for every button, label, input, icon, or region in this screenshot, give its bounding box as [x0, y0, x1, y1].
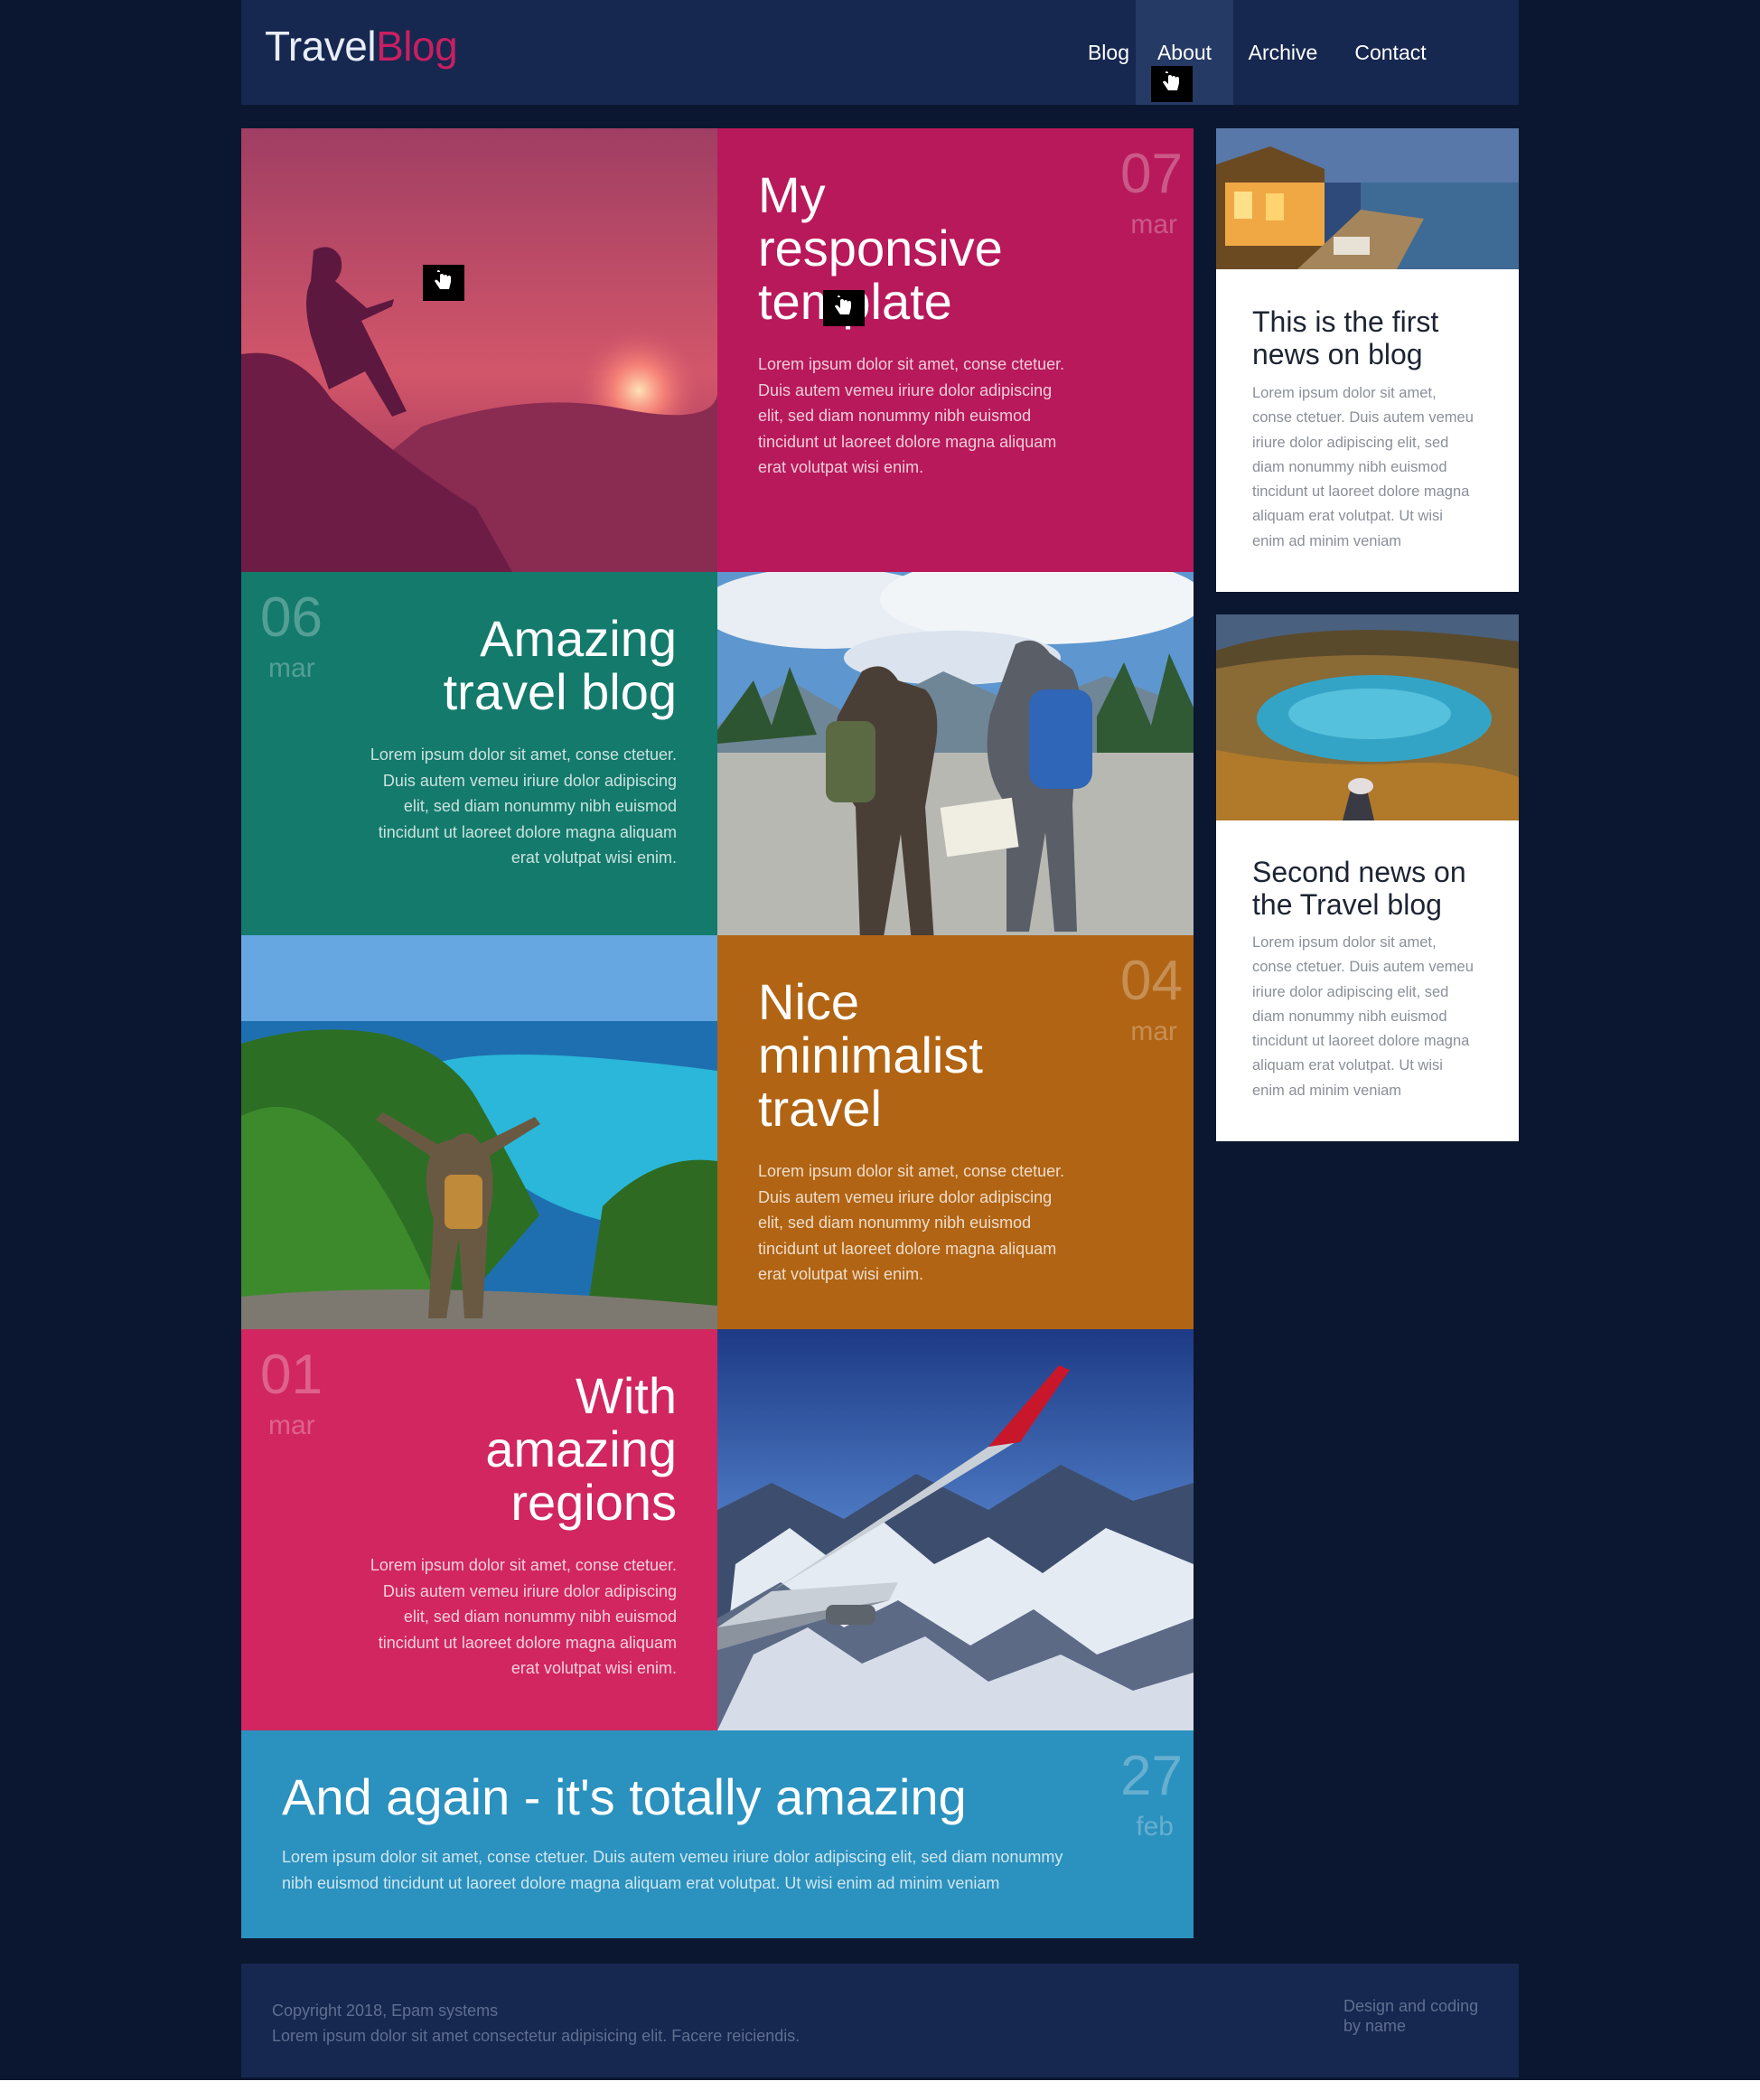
post-excerpt: Lorem ipsum dolor sit amet, conse ctetue… [758, 1162, 1065, 1283]
post-title[interactable]: Nice minimalist travel [758, 975, 983, 1135]
news-card-first[interactable]: This is the first news on blog Lorem ips… [1216, 128, 1519, 592]
post-excerpt: Lorem ipsum dolor sit amet, conse ctetue… [370, 1556, 677, 1677]
post-card-totally-amazing[interactable]: 27 feb And again - it's totally amazing … [241, 1730, 1194, 1938]
post-card-amazing-regions[interactable]: 01 mar With amazing regions Lorem ipsum … [241, 1329, 717, 1730]
post-month: feb [1136, 1812, 1174, 1842]
site-logo[interactable]: TravelBlog [265, 23, 458, 70]
post-title[interactable]: And again - it's totally amazing [282, 1770, 967, 1823]
post-title[interactable]: Amazing travel blog [444, 612, 677, 718]
footer-tagline: Lorem ipsum dolor sit amet consectetur a… [272, 2027, 800, 2045]
copyright-text: Copyright 2018, Epam systems [272, 2002, 499, 2020]
post-day: 07 [1120, 143, 1183, 205]
site-footer: Copyright 2018, Epam systems Lorem ipsum… [241, 1964, 1519, 2077]
airplane-wing-mountains-image[interactable] [717, 1329, 1194, 1730]
mountain-lake-image[interactable] [1216, 614, 1519, 820]
post-title[interactable]: With amazing regions [485, 1369, 677, 1529]
post-day: 06 [260, 586, 323, 649]
post-month: mar [1130, 210, 1177, 239]
logo-part-travel: Travel [265, 23, 377, 70]
news-excerpt: Lorem ipsum dolor sit amet, conse ctetue… [1252, 385, 1474, 549]
hand-pointer-cursor-icon [823, 290, 865, 326]
footer-left: Copyright 2018, Epam systems Lorem ipsum… [272, 1998, 800, 2048]
post-card-nice-minimalist-travel[interactable]: 04 mar Nice minimalist travel Lorem ipsu… [717, 935, 1194, 1329]
post-day: 27 [1120, 1745, 1183, 1807]
post-day: 01 [260, 1344, 323, 1406]
news-excerpt: Lorem ipsum dolor sit amet, conse ctetue… [1252, 934, 1474, 1099]
news-title[interactable]: This is the first news on blog [1252, 305, 1438, 370]
news-card-second[interactable]: Second news on the Travel blog Lorem ips… [1216, 614, 1519, 1141]
nav-contact[interactable]: Contact [1334, 0, 1446, 105]
resort-night-image[interactable] [1216, 128, 1519, 269]
post-month: mar [268, 653, 315, 683]
post-excerpt: Lorem ipsum dolor sit amet, conse ctetue… [370, 745, 677, 867]
nav-archive[interactable]: Archive [1233, 0, 1333, 105]
hand-pointer-cursor-icon [1151, 66, 1193, 102]
post-month: mar [268, 1411, 315, 1440]
hand-pointer-cursor-icon [423, 265, 464, 301]
site-header: TravelBlog Blog About Archive Contact [241, 0, 1519, 105]
post-card-amazing-travel-blog[interactable]: 06 mar Amazing travel blog Lorem ipsum d… [241, 572, 717, 935]
logo-part-blog: Blog [376, 23, 458, 70]
post-excerpt: Lorem ipsum dolor sit amet, conse ctetue… [282, 1848, 1063, 1892]
footer-credit: Design and coding by name [1343, 1997, 1479, 2035]
sunset-photographer-image[interactable] [241, 128, 717, 572]
post-excerpt: Lorem ipsum dolor sit amet, conse ctetue… [758, 355, 1065, 476]
news-title[interactable]: Second news on the Travel blog [1252, 856, 1466, 921]
hikers-map-image[interactable] [717, 572, 1194, 935]
post-title[interactable]: My responsive template [758, 168, 1003, 328]
beach-viewpoint-image[interactable] [241, 935, 717, 1329]
post-card-responsive-template[interactable]: 07 mar My responsive template Lorem ipsu… [717, 128, 1194, 572]
post-day: 04 [1120, 950, 1183, 1012]
post-month: mar [1130, 1017, 1177, 1046]
page-bottom-edge [0, 2080, 1760, 2100]
